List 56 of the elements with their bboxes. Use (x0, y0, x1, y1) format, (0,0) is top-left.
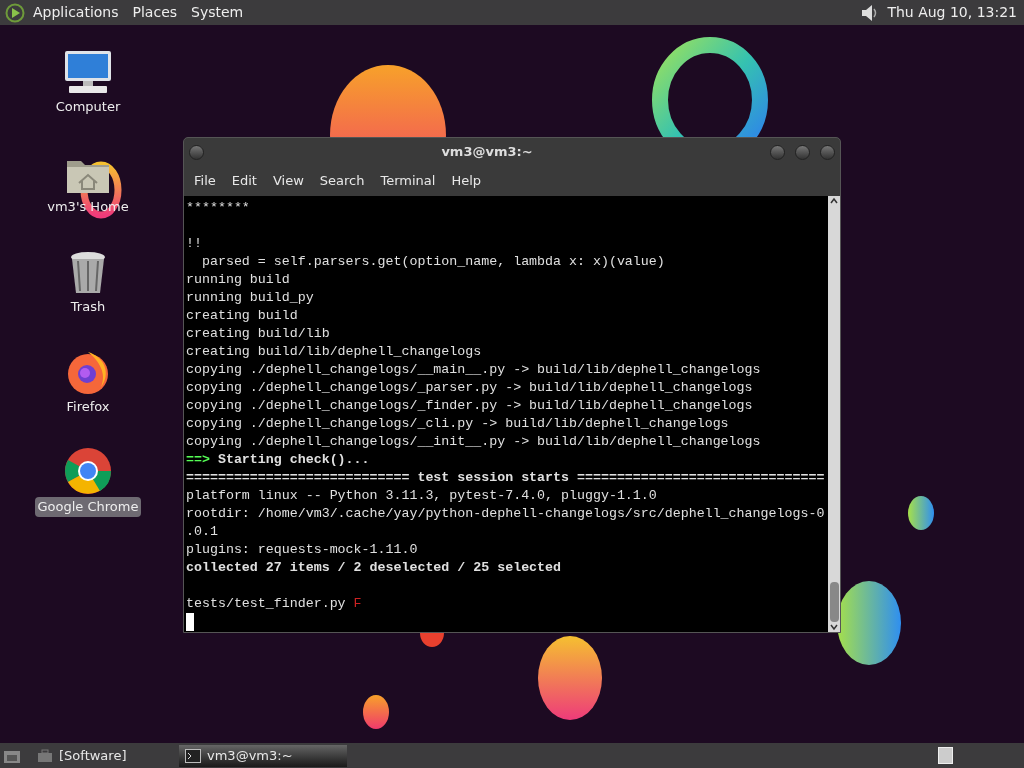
workspace-switcher[interactable] (938, 747, 953, 764)
terminal-text: creating build/lib/dephell_changelogs (186, 343, 482, 361)
terminal-text: copying ./dephell_changelogs/_parser.py -> build/lib/dephell_changelogs (186, 379, 753, 397)
terminal-text: Starting check()... (216, 451, 370, 469)
terminal-text: .0.1 (186, 523, 218, 541)
terminal-text: tests/test_finder.py (186, 595, 347, 613)
terminal-text: copying ./dephell_changelogs/_cli.py -> build/lib/dephell_changelogs (186, 415, 729, 433)
taskbar-button[interactable]: vm3@vm3:~ (179, 744, 347, 767)
chrome-icon (64, 447, 112, 495)
trash-icon (68, 251, 108, 295)
terminal-text: platform linux -- Python 3.11.3, pytest-7.4.0, pluggy-1.1.0 (186, 487, 657, 505)
clock[interactable]: Thu Aug 10, 13:21 (887, 2, 1017, 23)
desktop-icon-label[interactable]: Computer (52, 97, 124, 117)
terminal-text: ==> (186, 451, 210, 469)
scroll-up-icon[interactable] (829, 196, 839, 206)
menu-item[interactable]: Search (313, 171, 371, 191)
close-button[interactable] (820, 144, 835, 160)
terminal-text: parsed = self.parsers.get(option_name, lambda x: x)(value) (200, 253, 665, 271)
terminal-text: plugins: requests-mock-1.11.0 (186, 541, 418, 559)
menu-item[interactable]: Help (445, 171, 488, 191)
monitor-icon (63, 49, 113, 95)
menu-item[interactable]: View (266, 171, 310, 191)
terminal-text: creating build (186, 307, 298, 325)
maximize-button[interactable] (795, 144, 810, 160)
terminal-text: creating build/lib (186, 325, 330, 343)
menu-item[interactable]: Edit (225, 171, 263, 191)
scrollbar-thumb[interactable] (829, 582, 839, 622)
cursor (186, 613, 194, 631)
panel-menu[interactable]: System (191, 2, 244, 23)
desktop-icon-label[interactable]: Trash (67, 297, 109, 317)
menu-item[interactable]: Terminal (374, 171, 442, 191)
taskbar-button[interactable]: [Software] (31, 744, 169, 767)
minimize-button[interactable] (770, 144, 785, 160)
desktop-icon-label[interactable]: Firefox (63, 397, 113, 417)
panel-menu[interactable]: Applications (33, 2, 119, 23)
scroll-down-icon[interactable] (829, 622, 839, 632)
terminal-text: ******** (186, 199, 250, 217)
terminal-text: running build (186, 271, 290, 289)
terminal-text: ============================ test session starts =============================== (186, 469, 825, 487)
terminal-text: copying ./dephell_changelogs/_finder.py -> build/lib/dephell_changelogs (186, 397, 753, 415)
terminal-text: F (353, 595, 362, 613)
desktop-icon-label[interactable]: Google Chrome (34, 497, 142, 517)
scrollbar[interactable] (828, 196, 840, 632)
terminal-text: collected 27 items / 2 deselected / 25 selected (186, 559, 562, 577)
panel-menu[interactable]: Places (132, 2, 178, 23)
logo-icon[interactable] (4, 2, 26, 23)
terminal-text: copying ./dephell_changelogs/__init__.py -> build/lib/dephell_changelogs (186, 433, 761, 451)
terminal-icon (185, 748, 201, 763)
terminal-text: rootdir: /home/vm3/.cache/yay/python-dephell-changelogs/src/dephell_changelogs-0 (186, 505, 825, 523)
window-title: vm3@vm3:~ (440, 143, 534, 162)
briefcase-icon (37, 748, 53, 763)
terminal-text: copying ./dephell_changelogs/__main__.py -> build/lib/dephell_changelogs (186, 361, 761, 379)
menu-item[interactable]: File (188, 171, 222, 191)
window-menu-button[interactable] (189, 144, 204, 160)
terminal-text: !! (186, 235, 202, 253)
terminal-text: running build_py (186, 289, 314, 307)
